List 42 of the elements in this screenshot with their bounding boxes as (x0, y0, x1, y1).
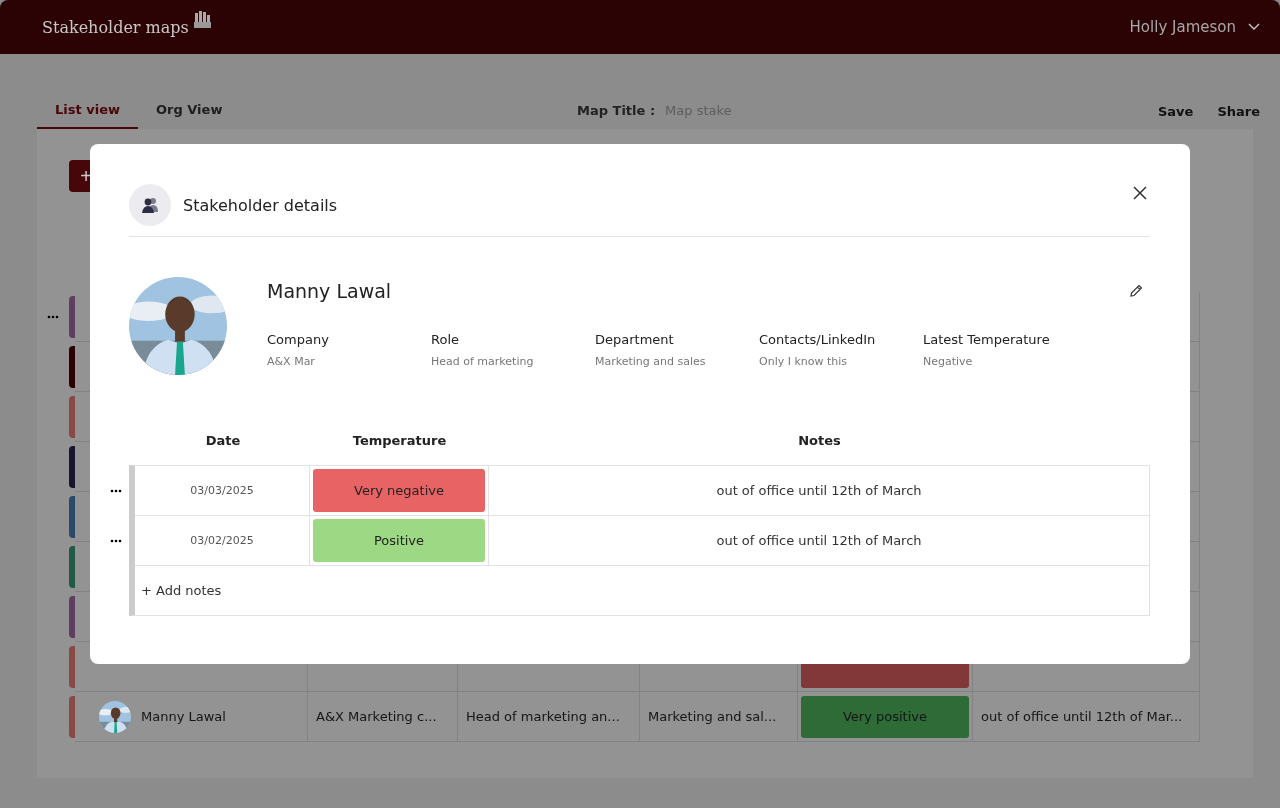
column-header: Temperature (351, 433, 448, 450)
more-icon[interactable] (110, 539, 122, 543)
user-menu[interactable]: Holly Jameson (1129, 18, 1260, 36)
stakeholder-name: Manny Lawal (267, 280, 393, 302)
brand-name: Stakeholder maps (42, 17, 189, 37)
close-icon[interactable] (1133, 186, 1147, 200)
more-icon[interactable] (110, 489, 122, 493)
field-value: Only I know this (759, 355, 849, 368)
department-cell: Marketing and sal... (640, 692, 798, 742)
field-value: A&X Mar (267, 355, 316, 368)
field-label: Department (595, 332, 675, 347)
company-cell: A&X Marketing c... (308, 692, 458, 742)
map-title-label: Map Title : (577, 103, 656, 118)
column-header: Notes (797, 433, 842, 450)
temperature-tag: Very positive (801, 695, 969, 738)
date-cell: 03/02/2025 (135, 516, 310, 565)
more-icon[interactable] (47, 315, 59, 319)
chevron-down-icon (1248, 23, 1260, 31)
field-value: Negative (923, 355, 974, 368)
add-notes-button[interactable]: + Add notes (135, 566, 1149, 615)
dialog-title: Stakeholder details (183, 195, 338, 215)
date-cell: 03/03/2025 (135, 466, 310, 515)
notes-cell-text: out of office until 12th of March (715, 482, 923, 500)
field-label: Role (431, 332, 460, 347)
notes-cell: out of office until 12th of Mar... (981, 709, 1183, 724)
action-button[interactable]: Share (1209, 104, 1268, 119)
field-label: Latest Temperature (923, 332, 1051, 347)
field-label: Contacts/LinkedIn (759, 332, 877, 347)
people-icon (129, 184, 171, 226)
temperature-tag: Positive (313, 519, 485, 562)
field-value: Head of marketing (431, 355, 535, 368)
temperature-tag: Very negative (313, 469, 485, 512)
view-tab[interactable]: Org View (138, 102, 241, 129)
notes-cell-text: out of office until 12th of March (715, 532, 923, 550)
stakeholder-name: Manny Lawal (141, 709, 226, 724)
hands-icon (192, 9, 213, 30)
column-header: Date (204, 433, 242, 450)
field-value: Marketing and sales (595, 355, 707, 368)
field-label: Company (267, 332, 330, 347)
edit-icon[interactable] (1128, 283, 1144, 299)
action-button[interactable]: Save (1149, 104, 1202, 119)
role-cell: Head of marketing an... (458, 692, 640, 742)
